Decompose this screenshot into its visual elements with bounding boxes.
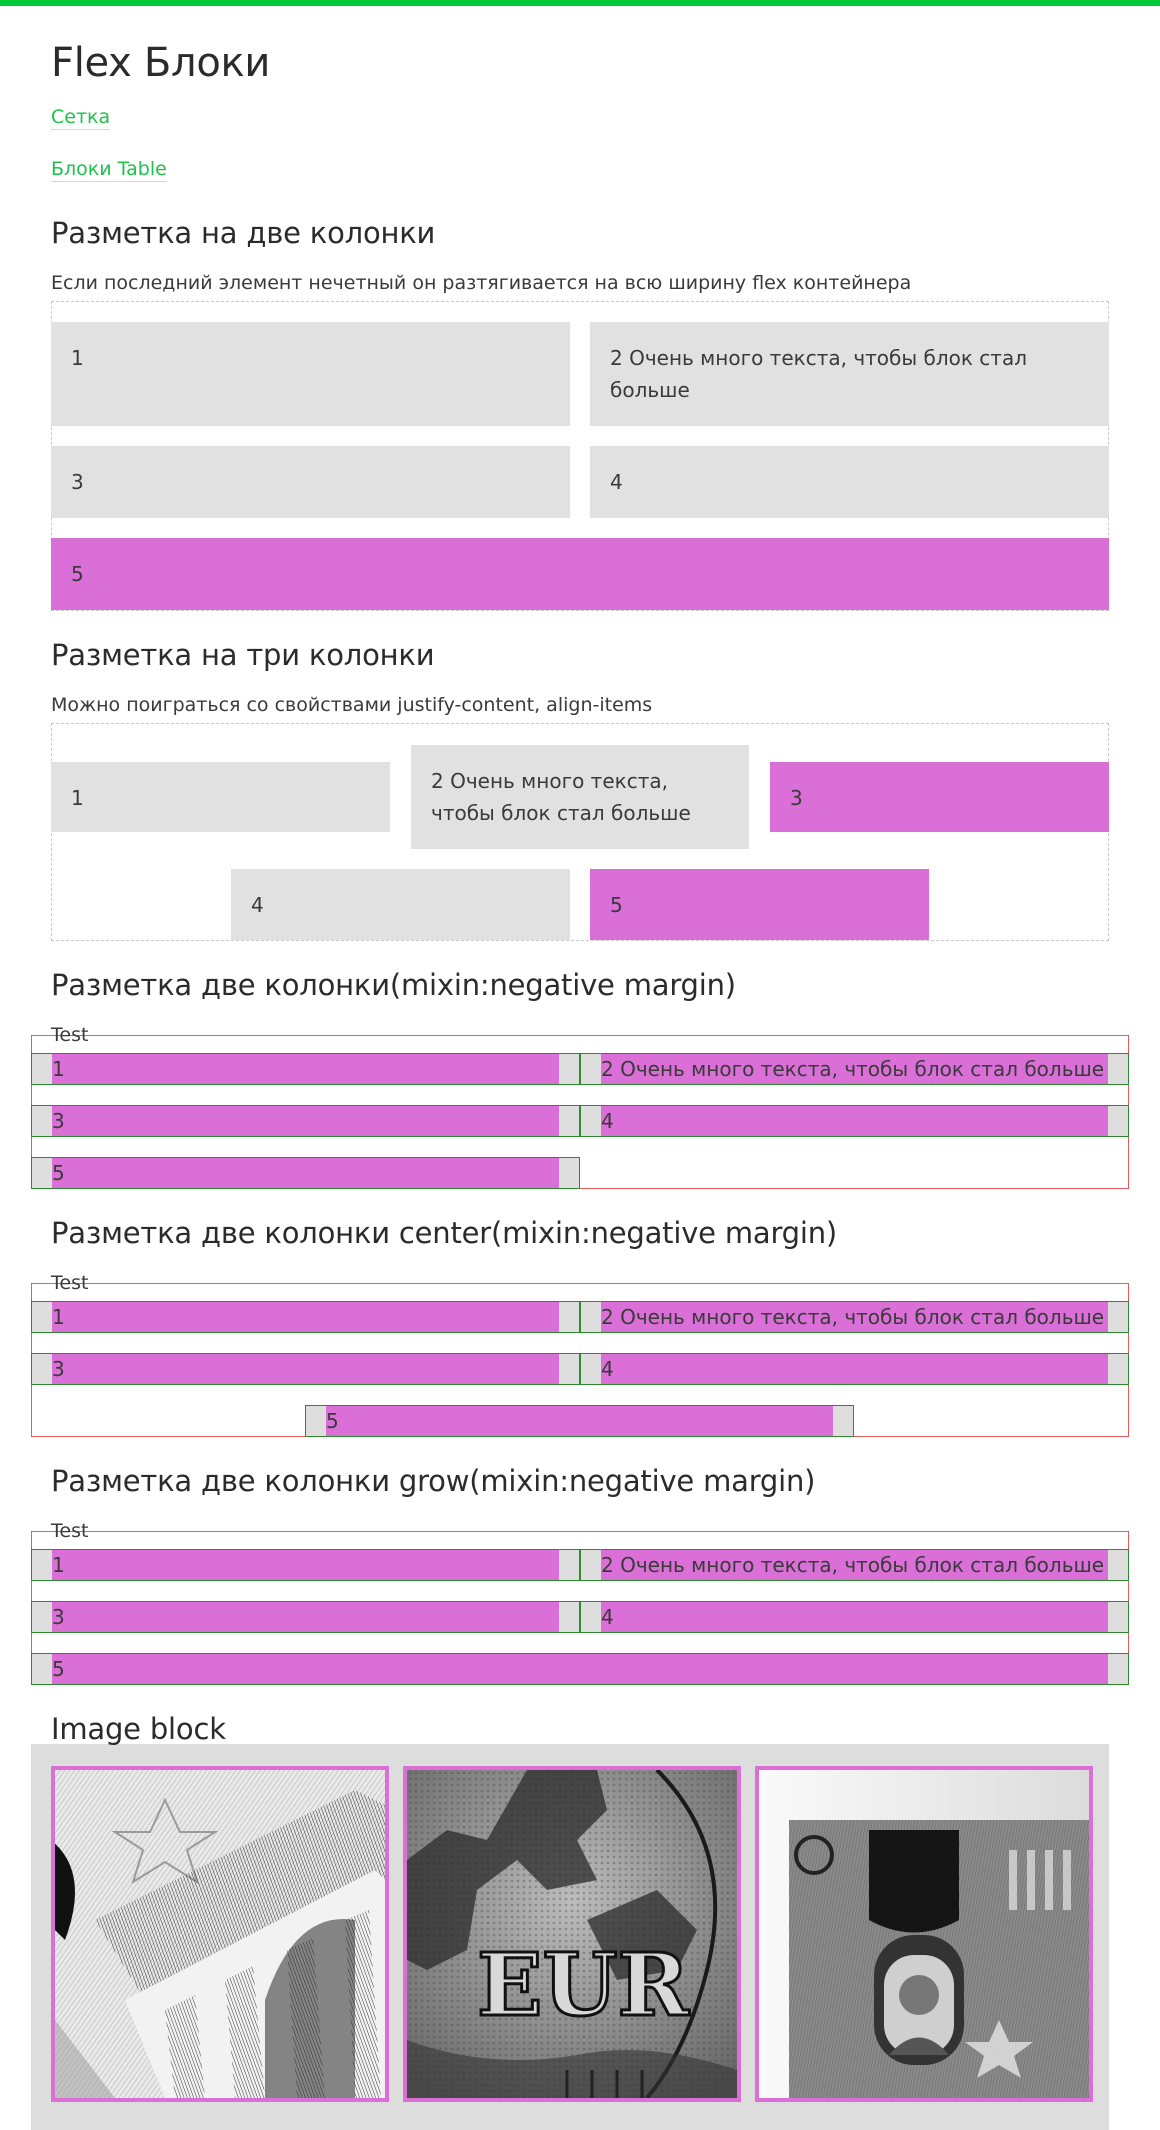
flex-item: 1 [51,762,390,832]
flex-item: 2 Очень много текста, чтобы блок стал бо… [411,745,749,849]
grid-cell-centered: 5 [305,1405,854,1437]
grid-cell-content: 4 [601,1354,1108,1384]
top-accent-bar [0,0,1160,6]
euro-coin-map-image: EUR [407,1770,737,2098]
flex-item: 2 Очень много текста, чтобы блок стал бо… [590,322,1109,426]
grid-cell-grow: 5 [31,1653,1129,1685]
section-description: Если последний элемент нечетный он разтя… [51,272,912,294]
grid-cell: 1 [31,1301,580,1333]
flex-item: 3 [51,446,570,518]
flex-item: 1 [51,322,570,426]
building-columns-engraving-image [55,1770,385,2098]
grid-cell: 4 [580,1601,1129,1633]
svg-text:EUR: EUR [477,1935,690,2036]
link-grid[interactable]: Сетка [51,106,111,130]
grid-cell: 5 [31,1157,580,1189]
grid-cell-content: 5 [52,1654,1108,1684]
grid-cell: 4 [580,1105,1129,1137]
grid-cell: 2 Очень много текста, чтобы блок стал бо… [580,1301,1129,1333]
grid-cell-content: 4 [601,1602,1108,1632]
section-heading-three-columns: Разметка на три колонки [51,638,435,672]
section-heading-two-columns: Разметка на две колонки [51,216,436,250]
grid-cell: 1 [31,1549,580,1581]
image-card: EUR [403,1766,741,2102]
section-heading-negative-margin: Разметка две колонки(mixin:negative marg… [51,968,736,1002]
flex-item: 5 [590,869,929,940]
banknote-portrait-image [759,1770,1089,2098]
grid-cell-content: 3 [52,1106,559,1136]
section-description: Можно поиграться со свойствами justify-c… [51,694,653,716]
grid-cell: 2 Очень много текста, чтобы блок стал бо… [580,1053,1129,1085]
image-card [755,1766,1093,2102]
grid-cell-content: 4 [601,1106,1108,1136]
section-heading-image-block: Image block [51,1712,226,1746]
grid-cell: 3 [31,1601,580,1633]
grid-cell-content: 1 [52,1550,559,1580]
grid-cell: 2 Очень много текста, чтобы блок стал бо… [580,1549,1129,1581]
grid-cell: 3 [31,1105,580,1137]
flex-item: 4 [231,869,570,940]
section-heading-negative-margin-center: Разметка две колонки center(mixin:negati… [51,1216,838,1250]
flex-item-full-width: 5 [51,538,1109,610]
grid-cell: 3 [31,1353,580,1385]
link-table-blocks[interactable]: Блоки Table [51,158,167,182]
grid-cell-content: 5 [52,1158,559,1188]
grid-cell-content: 5 [326,1406,833,1436]
flex-item: 3 [770,762,1109,832]
grid-cell-content: 2 Очень много текста, чтобы блок стал бо… [601,1302,1108,1332]
section-heading-negative-margin-grow: Разметка две колонки grow(mixin:negative… [51,1464,816,1498]
grid-cell-content: 1 [52,1054,559,1084]
grid-cell-content: 3 [52,1602,559,1632]
grid-cell: 1 [31,1053,580,1085]
grid-cell-content: 3 [52,1354,559,1384]
flex-item: 4 [590,446,1109,518]
test-label: Test [51,1520,89,1542]
test-label: Test [51,1024,89,1046]
test-label: Test [51,1272,89,1294]
grid-cell-content: 2 Очень много текста, чтобы блок стал бо… [601,1054,1108,1084]
grid-cell: 4 [580,1353,1129,1385]
grid-cell-content: 2 Очень много текста, чтобы блок стал бо… [601,1550,1108,1580]
image-block-container: EUR [31,1744,1109,2130]
grid-cell-content: 1 [52,1302,559,1332]
page-title: Flex Блоки [51,40,271,86]
image-card [51,1766,389,2102]
